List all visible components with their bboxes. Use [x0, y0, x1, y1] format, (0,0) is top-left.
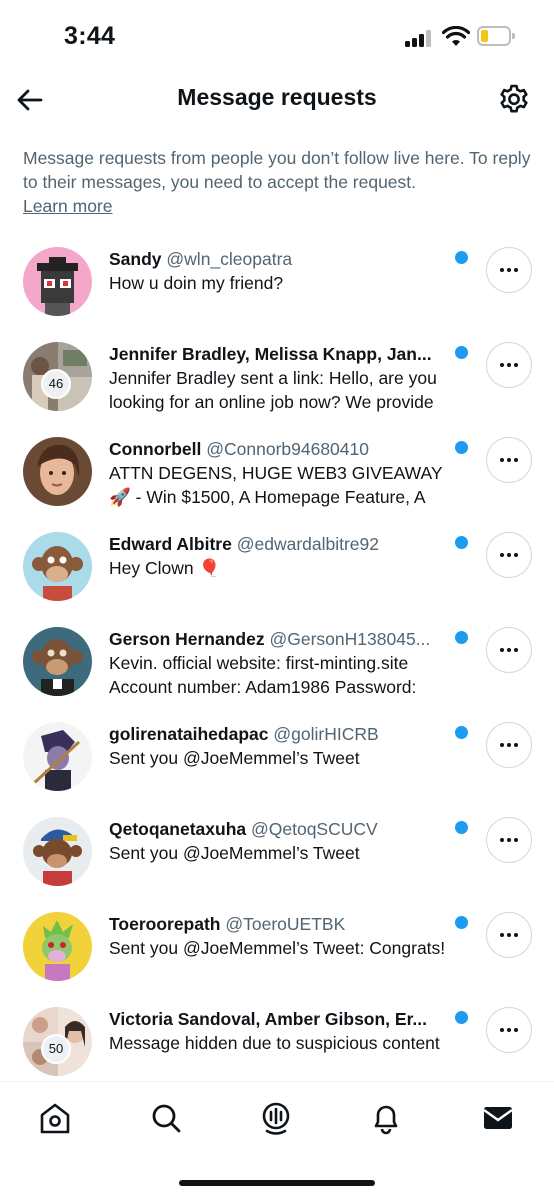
battery-icon	[477, 26, 515, 46]
gear-icon[interactable]	[496, 82, 532, 118]
unread-dot	[455, 726, 468, 739]
unread-dot	[455, 346, 468, 359]
message-request-item[interactable]: 46 Jennifer Bradley, Melissa Knapp, Jan.…	[0, 327, 554, 422]
message-request-item[interactable]: golirenataihedapac @golirHICRB Sent you …	[0, 707, 554, 802]
cellular-signal-icon	[405, 29, 435, 47]
message-request-item[interactable]: Toeroorepath @ToeroUETBK Sent you @JoeMe…	[0, 897, 554, 992]
message-preview: Kevin. official website: first-minting.s…	[109, 653, 409, 673]
home-icon[interactable]	[37, 1100, 73, 1136]
sender-name: Connorbell	[109, 439, 202, 459]
more-options-button[interactable]	[486, 817, 532, 863]
message-request-item[interactable]: Sandy @wln_cleopatra How u doin my frien…	[0, 232, 554, 327]
message-preview-line2: looking for an online job now? We provid…	[109, 392, 434, 412]
sender-handle: @wln_cleopatra	[166, 249, 293, 269]
sender-name: Edward Albitre	[109, 534, 232, 554]
participant-count-badge: 50	[41, 1034, 71, 1064]
sender-name: Gerson Hernandez	[109, 629, 265, 649]
sender-name: golirenataihedapac	[109, 724, 269, 744]
status-bar: 3:44	[0, 0, 554, 72]
more-options-button[interactable]	[486, 532, 532, 578]
page-title: Message requests	[177, 84, 377, 110]
unread-dot	[455, 536, 468, 549]
sender-name: Toeroorepath	[109, 914, 221, 934]
unread-dot	[455, 631, 468, 644]
message-request-item[interactable]: Qetoqanetaxuha @QetoqSCUCV Sent you @Joe…	[0, 802, 554, 897]
info-description: Message requests from people you don’t f…	[23, 148, 531, 192]
message-preview: How u doin my friend?	[109, 273, 284, 293]
unread-dot	[455, 441, 468, 454]
status-time: 3:44	[64, 22, 116, 50]
more-options-button[interactable]	[486, 247, 532, 293]
notifications-icon[interactable]	[368, 1100, 404, 1136]
unread-dot	[455, 916, 468, 929]
sender-name: Sandy	[109, 249, 162, 269]
search-icon[interactable]	[148, 1100, 184, 1136]
avatar	[23, 722, 92, 791]
home-indicator	[179, 1180, 375, 1186]
message-preview: Sent you @JoeMemmel’s Tweet: Congrats!	[109, 938, 446, 958]
avatar	[23, 627, 92, 696]
sender-handle: @ToeroUETBK	[225, 914, 346, 934]
sender-handle: @QetoqSCUCV	[251, 819, 378, 839]
avatar	[23, 817, 92, 886]
unread-dot	[455, 251, 468, 264]
sender-handle: @edwardalbitre92	[236, 534, 380, 554]
message-preview: Message hidden due to suspicious content	[109, 1033, 440, 1053]
sender-name: Jennifer Bradley, Melissa Knapp, Jan...	[109, 344, 432, 364]
message-preview: Sent you @JoeMemmel’s Tweet	[109, 843, 360, 863]
sender-handle: @GersonH138045...	[269, 629, 431, 649]
sender-name: Victoria Sandoval, Amber Gibson, Er...	[109, 1009, 428, 1029]
spaces-icon[interactable]	[258, 1100, 294, 1136]
more-options-button[interactable]	[486, 722, 532, 768]
message-request-item[interactable]: Gerson Hernandez @GersonH138045... Kevin…	[0, 612, 554, 707]
more-options-button[interactable]	[486, 342, 532, 388]
avatar	[23, 247, 92, 316]
message-preview: Sent you @JoeMemmel’s Tweet	[109, 748, 360, 768]
message-request-list: Sandy @wln_cleopatra How u doin my frien…	[0, 232, 554, 1087]
message-preview: Jennifer Bradley sent a link: Hello, are…	[109, 368, 437, 388]
participant-count-badge: 46	[41, 369, 71, 399]
message-request-item[interactable]: Connorbell @Connorb94680410 ATTN DEGENS,…	[0, 422, 554, 517]
message-request-item[interactable]: 50 Victoria Sandoval, Amber Gibson, Er..…	[0, 992, 554, 1087]
message-preview: Hey Clown 🎈	[109, 558, 221, 578]
learn-more-link[interactable]: Learn more	[23, 194, 113, 218]
messages-icon[interactable]	[480, 1100, 516, 1136]
wifi-icon	[442, 26, 470, 46]
message-preview: ATTN DEGENS, HUGE WEB3 GIVEAWAY	[109, 463, 443, 483]
more-options-button[interactable]	[486, 1007, 532, 1053]
more-options-button[interactable]	[486, 437, 532, 483]
message-preview-line2: 🚀 - Win $1500, A Homepage Feature, A	[109, 487, 426, 507]
sender-handle: @golirHICRB	[273, 724, 379, 744]
unread-dot	[455, 821, 468, 834]
info-text: Message requests from people you don’t f…	[23, 146, 533, 218]
more-options-button[interactable]	[486, 627, 532, 673]
sender-name: Qetoqanetaxuha	[109, 819, 247, 839]
avatar	[23, 437, 92, 506]
avatar	[23, 912, 92, 981]
avatar	[23, 532, 92, 601]
message-request-item[interactable]: Edward Albitre @edwardalbitre92 Hey Clow…	[0, 517, 554, 612]
unread-dot	[455, 1011, 468, 1024]
sender-handle: @Connorb94680410	[206, 439, 369, 459]
more-options-button[interactable]	[486, 912, 532, 958]
header: Message requests	[0, 72, 554, 128]
message-preview-line2: Account number: Adam1986 Password:	[109, 677, 417, 697]
